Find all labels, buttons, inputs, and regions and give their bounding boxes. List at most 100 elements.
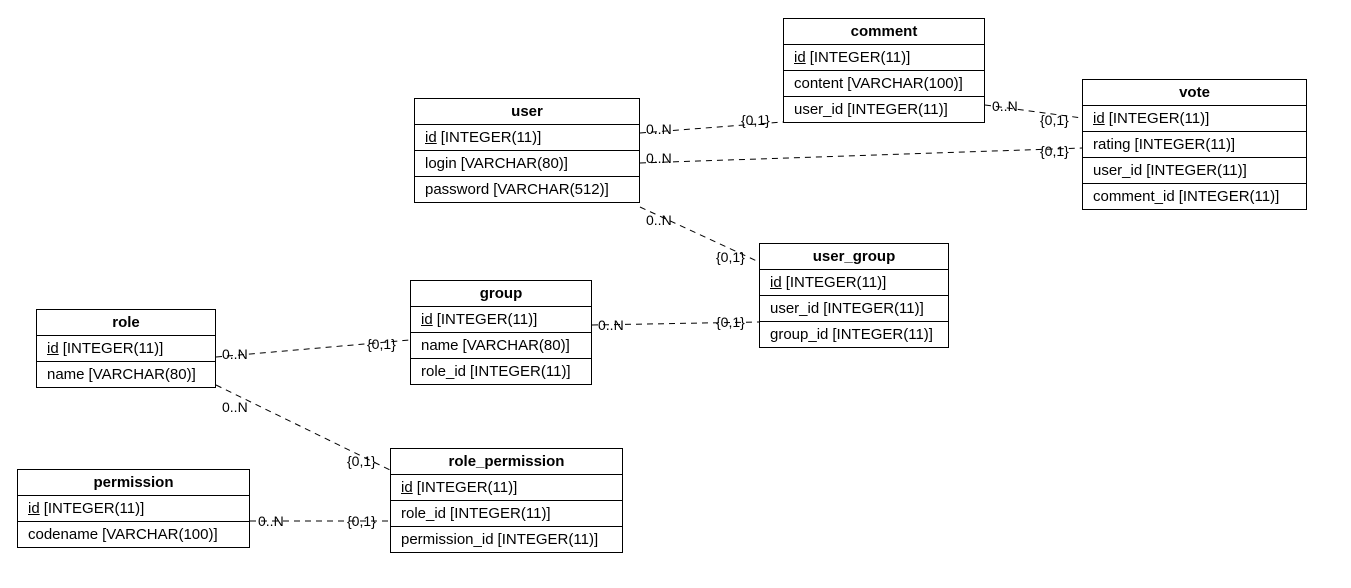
cardinality-label: {0,1} bbox=[716, 249, 745, 265]
edge-role-rolepermission bbox=[216, 385, 390, 470]
column-type: [INTEGER(11)] bbox=[810, 49, 911, 66]
column-row: user_id[INTEGER(11)] bbox=[760, 296, 948, 322]
column-type: [INTEGER(11)] bbox=[1179, 188, 1280, 205]
column-type: [INTEGER(11)] bbox=[498, 531, 599, 548]
column-type: [INTEGER(11)] bbox=[450, 505, 551, 522]
column-name: id bbox=[47, 340, 59, 357]
column-row: id[INTEGER(11)] bbox=[391, 475, 622, 501]
column-name: id bbox=[770, 274, 782, 291]
column-row: group_id[INTEGER(11)] bbox=[760, 322, 948, 347]
column-row: comment_id[INTEGER(11)] bbox=[1083, 184, 1306, 209]
entity-vote: vote id[INTEGER(11)] rating[INTEGER(11)]… bbox=[1082, 79, 1307, 210]
column-name: codename bbox=[28, 526, 98, 543]
column-row: role_id[INTEGER(11)] bbox=[411, 359, 591, 384]
cardinality-label: {0,1} bbox=[741, 112, 770, 128]
column-row: user_id[INTEGER(11)] bbox=[784, 97, 984, 122]
column-row: rating[INTEGER(11)] bbox=[1083, 132, 1306, 158]
column-type: [INTEGER(11)] bbox=[1146, 162, 1247, 179]
entity-title: role bbox=[37, 310, 215, 336]
cardinality-label: {0,1} bbox=[1040, 143, 1069, 159]
entity-title: permission bbox=[18, 470, 249, 496]
column-type: [INTEGER(11)] bbox=[441, 129, 542, 146]
column-type: [VARCHAR(100)] bbox=[847, 75, 963, 92]
column-row: codename[VARCHAR(100)] bbox=[18, 522, 249, 547]
column-type: [INTEGER(11)] bbox=[417, 479, 518, 496]
cardinality-label: 0..N bbox=[258, 513, 284, 529]
column-type: [INTEGER(11)] bbox=[1109, 110, 1210, 127]
column-type: [VARCHAR(512)] bbox=[493, 181, 609, 198]
cardinality-label: {0,1} bbox=[367, 336, 396, 352]
column-type: [INTEGER(11)] bbox=[437, 311, 538, 328]
column-name: user_id bbox=[1093, 162, 1142, 179]
entity-title: user_group bbox=[760, 244, 948, 270]
column-row: user_id[INTEGER(11)] bbox=[1083, 158, 1306, 184]
entity-comment: comment id[INTEGER(11)] content[VARCHAR(… bbox=[783, 18, 985, 123]
cardinality-label: {0,1} bbox=[1040, 112, 1069, 128]
cardinality-label: 0..N bbox=[992, 98, 1018, 114]
column-name: id bbox=[1093, 110, 1105, 127]
column-row: id[INTEGER(11)] bbox=[1083, 106, 1306, 132]
cardinality-label: {0,1} bbox=[347, 513, 376, 529]
entity-role-permission: role_permission id[INTEGER(11)] role_id[… bbox=[390, 448, 623, 553]
column-name: role_id bbox=[421, 363, 466, 380]
column-row: password[VARCHAR(512)] bbox=[415, 177, 639, 202]
column-name: id bbox=[28, 500, 40, 517]
column-row: id[INTEGER(11)] bbox=[18, 496, 249, 522]
edge-role-group bbox=[216, 340, 410, 357]
entity-user-group: user_group id[INTEGER(11)] user_id[INTEG… bbox=[759, 243, 949, 348]
column-name: id bbox=[425, 129, 437, 146]
cardinality-label: 0..N bbox=[222, 399, 248, 415]
column-name: name bbox=[47, 366, 85, 383]
column-type: [INTEGER(11)] bbox=[847, 101, 948, 118]
entity-title: role_permission bbox=[391, 449, 622, 475]
column-name: user_id bbox=[794, 101, 843, 118]
column-type: [VARCHAR(100)] bbox=[102, 526, 218, 543]
column-type: [INTEGER(11)] bbox=[786, 274, 887, 291]
column-name: group_id bbox=[770, 326, 828, 343]
column-name: login bbox=[425, 155, 457, 172]
column-name: comment_id bbox=[1093, 188, 1175, 205]
cardinality-label: 0..N bbox=[646, 121, 672, 137]
column-name: role_id bbox=[401, 505, 446, 522]
entity-user: user id[INTEGER(11)] login[VARCHAR(80)] … bbox=[414, 98, 640, 203]
entity-group: group id[INTEGER(11)] name[VARCHAR(80)] … bbox=[410, 280, 592, 385]
column-type: [VARCHAR(80)] bbox=[463, 337, 570, 354]
column-type: [VARCHAR(80)] bbox=[461, 155, 568, 172]
column-row: content[VARCHAR(100)] bbox=[784, 71, 984, 97]
column-row: id[INTEGER(11)] bbox=[760, 270, 948, 296]
edge-comment-vote bbox=[985, 105, 1082, 118]
entity-title: user bbox=[415, 99, 639, 125]
column-name: password bbox=[425, 181, 489, 198]
column-row: login[VARCHAR(80)] bbox=[415, 151, 639, 177]
column-type: [INTEGER(11)] bbox=[44, 500, 145, 517]
cardinality-label: 0..N bbox=[646, 212, 672, 228]
column-row: name[VARCHAR(80)] bbox=[37, 362, 215, 387]
er-diagram-canvas: { "entities": { "role": { "title": "role… bbox=[0, 0, 1351, 588]
column-name: permission_id bbox=[401, 531, 494, 548]
column-row: name[VARCHAR(80)] bbox=[411, 333, 591, 359]
entity-role: role id[INTEGER(11)] name[VARCHAR(80)] bbox=[36, 309, 216, 388]
column-name: name bbox=[421, 337, 459, 354]
column-type: [INTEGER(11)] bbox=[823, 300, 924, 317]
column-type: [INTEGER(11)] bbox=[470, 363, 571, 380]
edge-user-comment bbox=[640, 122, 783, 133]
column-row: id[INTEGER(11)] bbox=[784, 45, 984, 71]
edge-user-vote bbox=[640, 148, 1082, 163]
column-type: [INTEGER(11)] bbox=[1135, 136, 1236, 153]
column-name: id bbox=[401, 479, 413, 496]
column-name: rating bbox=[1093, 136, 1131, 153]
column-name: user_id bbox=[770, 300, 819, 317]
column-name: id bbox=[421, 311, 433, 328]
cardinality-label: 0..N bbox=[598, 317, 624, 333]
entity-title: vote bbox=[1083, 80, 1306, 106]
column-name: content bbox=[794, 75, 843, 92]
column-name: id bbox=[794, 49, 806, 66]
entity-title: comment bbox=[784, 19, 984, 45]
cardinality-label: 0..N bbox=[646, 150, 672, 166]
cardinality-label: {0,1} bbox=[716, 314, 745, 330]
column-type: [INTEGER(11)] bbox=[832, 326, 933, 343]
edge-user-usergroup bbox=[640, 207, 759, 262]
column-row: id[INTEGER(11)] bbox=[37, 336, 215, 362]
cardinality-label: {0,1} bbox=[347, 453, 376, 469]
column-row: permission_id[INTEGER(11)] bbox=[391, 527, 622, 552]
